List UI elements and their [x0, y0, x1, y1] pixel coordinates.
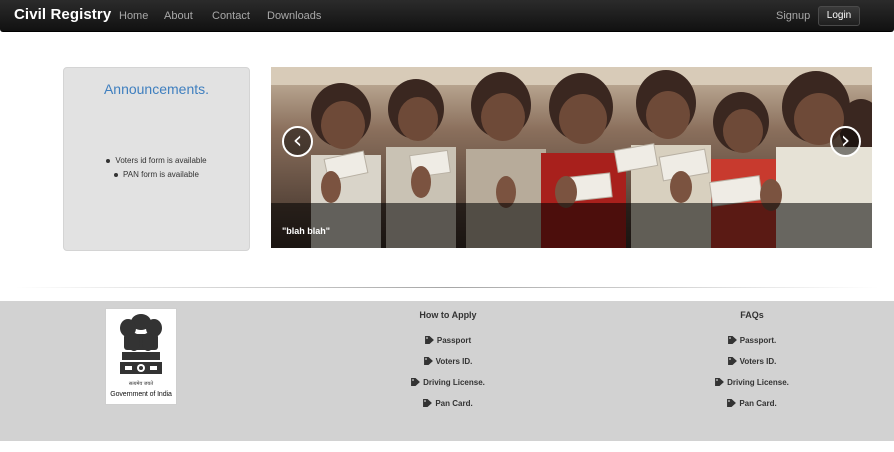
- bullet-icon: [114, 172, 119, 177]
- how-to-apply-title: How to Apply: [419, 310, 477, 320]
- nav-home[interactable]: Home: [119, 10, 148, 22]
- link-label: Driving License.: [423, 378, 485, 387]
- faq-voters-id-link[interactable]: Voters ID.: [672, 351, 832, 372]
- list-item: Voters id form is available: [64, 154, 249, 168]
- link-label: Pan Card.: [435, 399, 473, 408]
- carousel-next-icon[interactable]: ›: [830, 126, 861, 157]
- emblem-caption: Government of India: [110, 391, 172, 398]
- footer: सत्यमेव जयते Government of India How to …: [0, 301, 894, 441]
- signup-link[interactable]: Signup: [776, 10, 810, 22]
- faq-passport-link[interactable]: Passport.: [672, 330, 832, 351]
- tag-icon: [424, 336, 434, 344]
- tag-icon: [727, 357, 737, 365]
- carousel-prev-icon[interactable]: ‹: [282, 126, 313, 157]
- announcements-list: Voters id form is available PAN form is …: [64, 154, 249, 182]
- list-item: PAN form is available: [64, 168, 249, 182]
- nav-downloads[interactable]: Downloads: [267, 10, 321, 22]
- tag-icon: [411, 378, 421, 386]
- brand-logo[interactable]: Civil Registry: [14, 6, 111, 23]
- faqs-title: FAQs: [740, 310, 764, 320]
- nav-about[interactable]: About: [164, 10, 193, 22]
- announcement-text: Voters id form is available: [115, 156, 207, 165]
- tag-icon: [423, 357, 433, 365]
- link-label: Pan Card.: [739, 399, 777, 408]
- login-button[interactable]: Login: [818, 6, 860, 26]
- faq-driving-license-link[interactable]: Driving License.: [672, 372, 832, 393]
- link-label: Passport: [436, 336, 472, 345]
- apply-driving-license-link[interactable]: Driving License.: [368, 372, 528, 393]
- caption-bar: [271, 203, 872, 248]
- how-to-apply-section: How to Apply Passport Voters ID. Driving…: [368, 310, 528, 414]
- tag-icon: [727, 336, 737, 344]
- emblem-motto: सत्यमेव जयते: [128, 381, 154, 387]
- link-label: Passport.: [739, 336, 777, 345]
- nav-contact[interactable]: Contact: [212, 10, 250, 22]
- link-label: Voters ID.: [739, 357, 777, 366]
- image-carousel[interactable]: "blah blah" ‹ ›: [271, 67, 872, 248]
- tag-icon: [423, 399, 433, 407]
- tag-icon: [727, 399, 737, 407]
- navbar: Civil Registry Home About Contact Downlo…: [0, 0, 894, 32]
- apply-passport-link[interactable]: Passport: [368, 330, 528, 351]
- link-label: Driving License.: [727, 378, 789, 387]
- carousel-caption: "blah blah": [282, 226, 331, 236]
- link-label: Voters ID.: [435, 357, 473, 366]
- faq-pan-card-link[interactable]: Pan Card.: [672, 393, 832, 414]
- announcements-panel: Announcements. Voters id form is availab…: [63, 67, 250, 251]
- faqs-section: FAQs Passport. Voters ID. Driving Licens…: [672, 310, 832, 414]
- apply-pan-card-link[interactable]: Pan Card.: [368, 393, 528, 414]
- government-emblem: सत्यमेव जयते Government of India: [105, 308, 177, 405]
- bullet-icon: [106, 158, 111, 163]
- apply-voters-id-link[interactable]: Voters ID.: [368, 351, 528, 372]
- divider: [14, 287, 880, 288]
- tag-icon: [715, 378, 725, 386]
- announcement-text: PAN form is available: [123, 170, 199, 179]
- announcements-title: Announcements.: [103, 81, 210, 97]
- lion-capital-icon: [120, 314, 162, 374]
